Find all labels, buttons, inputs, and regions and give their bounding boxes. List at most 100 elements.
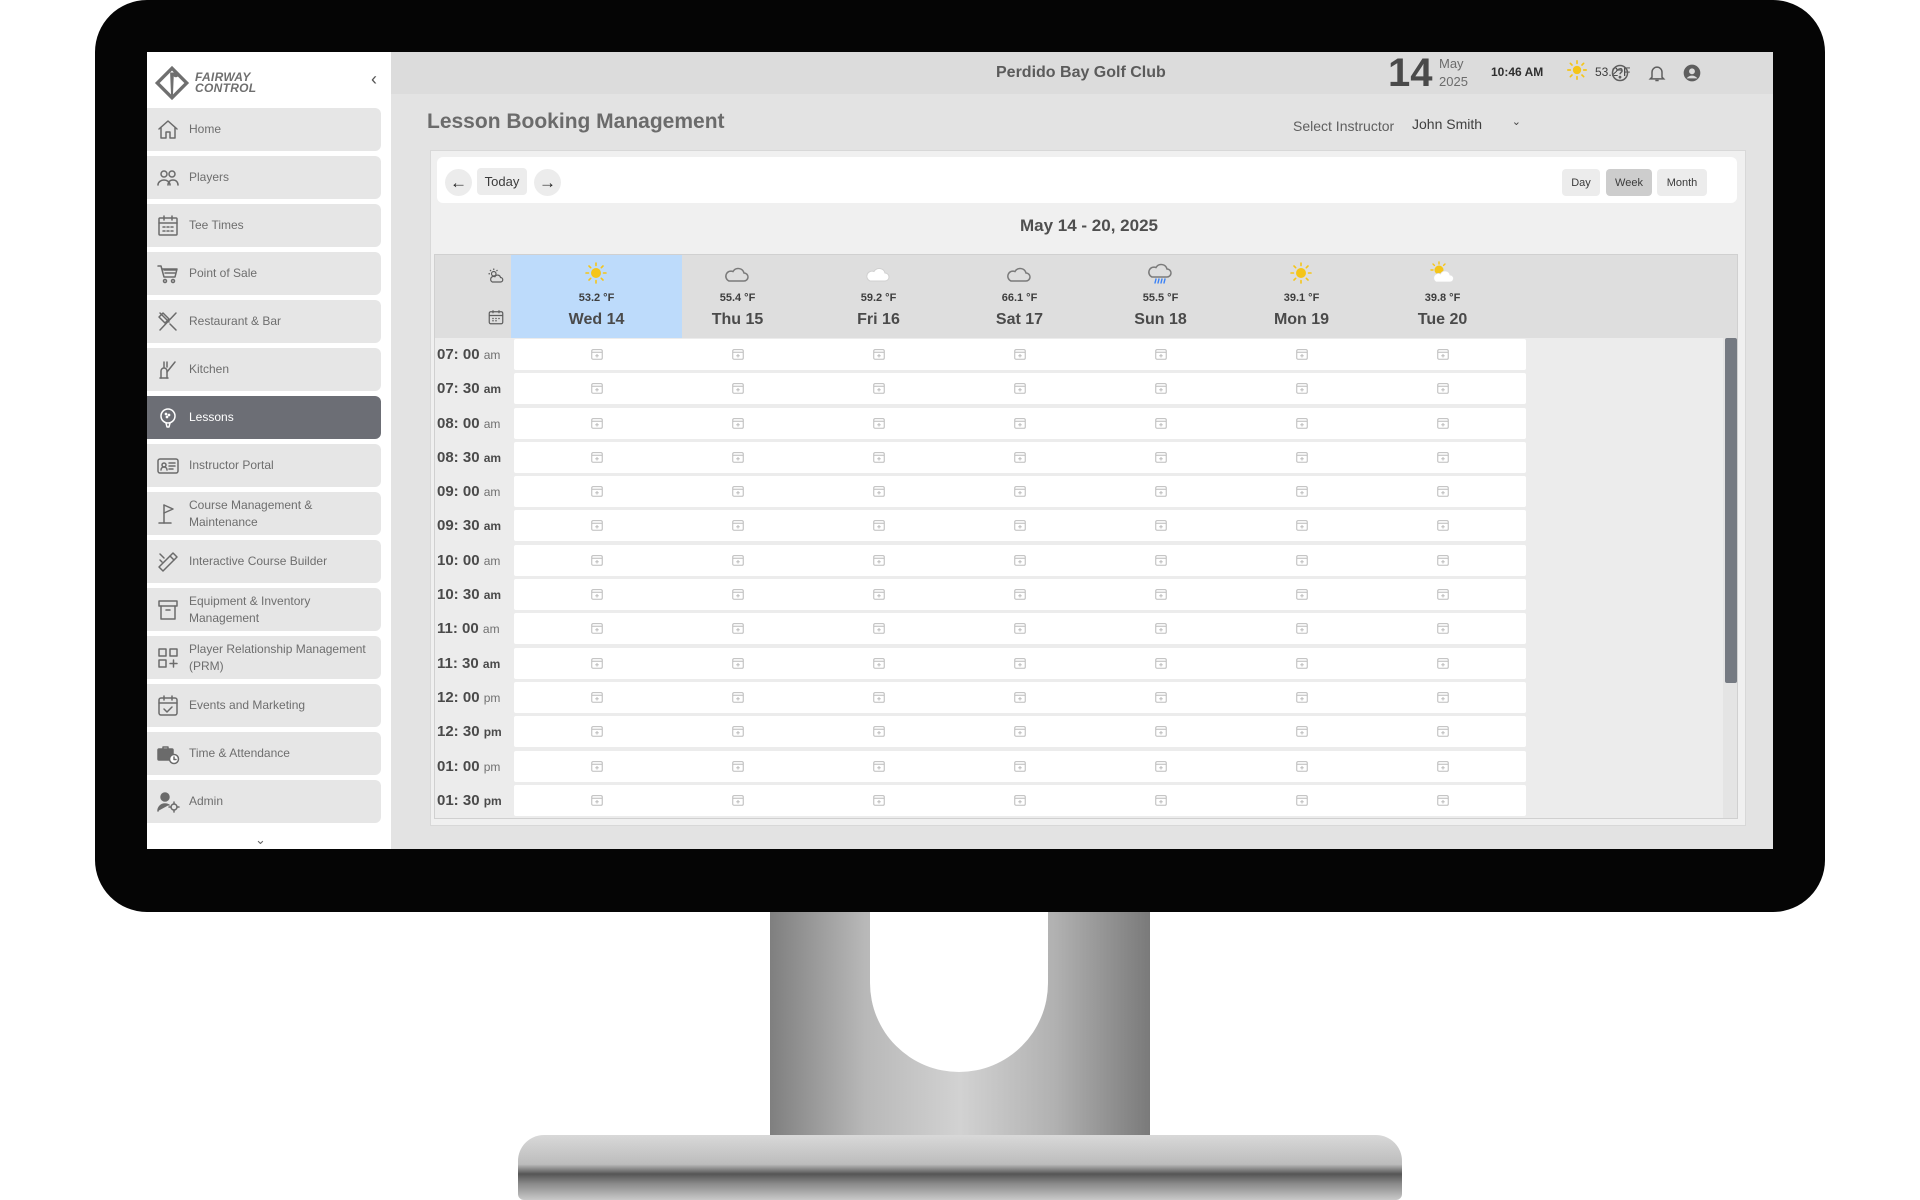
sidebar-item-course-management-maintenance[interactable]: Course Management & Maintenance bbox=[147, 492, 381, 535]
add-booking-icon bbox=[1296, 554, 1308, 566]
add-booking-icon bbox=[1296, 417, 1308, 429]
sidebar-item-point-of-sale[interactable]: Point of Sale bbox=[147, 252, 381, 295]
add-booking-icon bbox=[873, 349, 885, 360]
time-slot-cell[interactable] bbox=[1360, 784, 1526, 816]
time-value: 10: 30 bbox=[437, 586, 480, 604]
add-booking-icon bbox=[1437, 760, 1449, 772]
time-label: 11: 30 am bbox=[437, 655, 509, 672]
add-booking-icon bbox=[1296, 623, 1308, 635]
add-booking-icon bbox=[873, 760, 885, 772]
bell-icon[interactable] bbox=[1647, 63, 1667, 83]
sidebar-item-tee-times[interactable]: Tee Times bbox=[147, 204, 381, 247]
sidebar-item-kitchen[interactable]: Kitchen bbox=[147, 348, 381, 391]
time-value: 11: 30 bbox=[437, 654, 479, 672]
time-slot-cell[interactable] bbox=[1360, 544, 1526, 576]
add-booking-icon bbox=[873, 383, 885, 395]
view-month-button[interactable]: Month bbox=[1657, 169, 1707, 196]
add-booking-icon bbox=[1296, 349, 1308, 360]
instructor-select[interactable]: John Smith ⌄ bbox=[1409, 112, 1527, 136]
time-label: 08: 30 am bbox=[437, 449, 509, 466]
add-booking-icon bbox=[1014, 692, 1026, 703]
add-booking-icon bbox=[873, 520, 885, 532]
add-booking-icon bbox=[1437, 794, 1449, 806]
time-slot-cell[interactable] bbox=[1360, 441, 1526, 473]
sidebar-item-players[interactable]: Players bbox=[147, 156, 381, 199]
id-card-icon bbox=[157, 457, 179, 474]
time-row: 01: 30 pm bbox=[435, 784, 1723, 818]
time-slot-cell[interactable] bbox=[1360, 407, 1526, 439]
help-icon[interactable] bbox=[1610, 63, 1630, 83]
time-slot-cell[interactable] bbox=[1360, 681, 1526, 713]
add-booking-icon bbox=[1014, 760, 1026, 772]
sidebar-item-interactive-course-builder[interactable]: Interactive Course Builder bbox=[147, 540, 381, 583]
day-number: 20 bbox=[1449, 311, 1468, 328]
sidebar-item-lessons[interactable]: Lessons bbox=[147, 396, 381, 439]
time-slot-cell[interactable] bbox=[1360, 716, 1526, 748]
add-booking-icon bbox=[732, 589, 744, 600]
sidebar-item-label: Course Management & Maintenance bbox=[189, 497, 313, 529]
sidebar-item-player-relationship-management-prm[interactable]: Player Relationship Management (PRM) bbox=[147, 636, 381, 679]
time-row: 12: 30 pm bbox=[435, 715, 1723, 749]
today-button[interactable]: Today bbox=[477, 168, 527, 195]
previous-week-arrow-icon[interactable]: ← bbox=[445, 169, 472, 196]
add-booking-icon bbox=[1296, 383, 1308, 395]
sidebar-item-events-and-marketing[interactable]: Events and Marketing bbox=[147, 684, 381, 727]
add-booking-icon bbox=[591, 760, 603, 772]
add-booking-icon bbox=[873, 657, 885, 669]
day-header-tue[interactable]: 39.8 °F Tue 20 bbox=[1357, 255, 1528, 338]
view-day-button[interactable]: Day bbox=[1562, 169, 1600, 196]
sidebar-item-restaurant-bar[interactable]: Restaurant & Bar bbox=[147, 300, 381, 343]
time-slot-cell[interactable] bbox=[1360, 647, 1526, 679]
add-booking-icon bbox=[1437, 692, 1449, 703]
sidebar-item-label: Players bbox=[189, 170, 230, 184]
pencil-ruler-icon bbox=[158, 551, 178, 572]
header-time: 10:46 AM bbox=[1491, 65, 1544, 79]
add-booking-icon bbox=[1296, 451, 1308, 463]
add-booking-icon bbox=[591, 383, 603, 395]
add-booking-icon bbox=[591, 554, 603, 566]
sidebar-item-instructor-portal[interactable]: Instructor Portal bbox=[147, 444, 381, 487]
time-slot-cell[interactable] bbox=[1360, 476, 1526, 508]
app-logo[interactable]: FAIRWAY CONTROL bbox=[153, 62, 256, 104]
view-week-button[interactable]: Week bbox=[1606, 169, 1652, 196]
add-booking-icon bbox=[1437, 726, 1449, 738]
add-booking-icon bbox=[1296, 589, 1308, 600]
sidebar-item-label: Admin bbox=[189, 794, 224, 808]
calendar-scrollbar-thumb[interactable] bbox=[1725, 338, 1737, 683]
sidebar-item-equipment-inventory-management[interactable]: Equipment & Inventory Management bbox=[147, 588, 381, 631]
add-booking-icon bbox=[591, 451, 603, 463]
day-number: 15 bbox=[745, 311, 764, 328]
add-booking-icon bbox=[1155, 349, 1167, 360]
add-booking-icon bbox=[1296, 794, 1308, 806]
logo-text-line-2: CONTROL bbox=[195, 81, 257, 95]
time-slot-cell[interactable] bbox=[1360, 579, 1526, 611]
sidebar-item-label: Lessons bbox=[189, 410, 234, 424]
calendar-scrollbar[interactable] bbox=[1723, 338, 1737, 818]
sidebar-item-home[interactable]: Home bbox=[147, 108, 381, 151]
week-calendar-grid: 53.2 °F Wed 14 55.4 °F Thu 15 59.2 °F Fri 16 6… bbox=[434, 254, 1738, 819]
weather-partly-sunny-icon bbox=[1430, 261, 1454, 283]
time-slot-cell[interactable] bbox=[1360, 750, 1526, 782]
add-booking-icon bbox=[1014, 520, 1026, 532]
user-account-icon[interactable] bbox=[1682, 63, 1702, 83]
add-booking-icon bbox=[873, 589, 885, 600]
time-slot-cell[interactable] bbox=[1360, 373, 1526, 405]
calendar-column-icon bbox=[488, 310, 504, 325]
sidebar-item-label: Tee Times bbox=[189, 218, 244, 232]
day-number: 18 bbox=[1168, 311, 1187, 328]
sidebar-item-admin[interactable]: Admin bbox=[147, 780, 381, 823]
time-row: 01: 00 pm bbox=[435, 750, 1723, 784]
day-name: Tue bbox=[1417, 311, 1445, 328]
calendar-toolbar: ← Today → Day Week Month bbox=[437, 157, 1737, 203]
add-booking-icon bbox=[1014, 383, 1026, 395]
time-slot-cell[interactable] bbox=[1360, 510, 1526, 542]
add-booking-icon bbox=[1437, 554, 1449, 566]
collapse-sidebar-chevron-icon[interactable]: ‹ bbox=[364, 70, 384, 90]
time-slot-cell[interactable] bbox=[1360, 613, 1526, 645]
day-name: Thu bbox=[711, 311, 742, 328]
sidebar-item-time-attendance[interactable]: Time & Attendance bbox=[147, 732, 381, 775]
time-slot-cell[interactable] bbox=[1360, 339, 1526, 370]
scroll-down-chevron-icon[interactable]: ⌄ bbox=[255, 832, 266, 848]
flag-icon bbox=[158, 503, 174, 524]
next-week-arrow-icon[interactable]: → bbox=[534, 169, 561, 196]
